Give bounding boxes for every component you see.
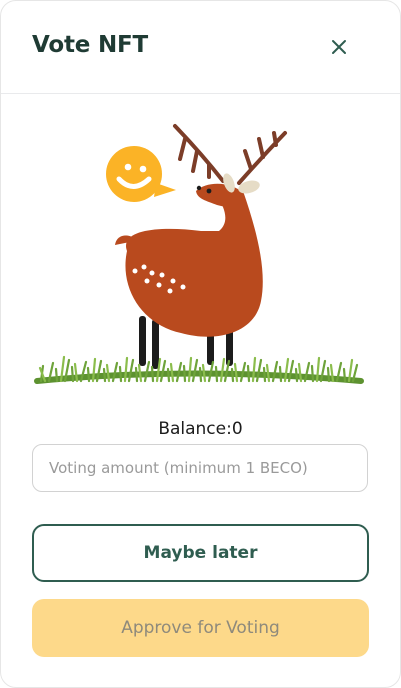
balance-label: Balance:0 [158, 419, 243, 439]
approve-for-voting-button[interactable]: Approve for Voting [32, 599, 369, 657]
antlers [173, 124, 287, 185]
maybe-later-button[interactable]: Maybe later [32, 524, 369, 582]
close-icon [332, 40, 346, 54]
modal-title: Vote NFT [32, 32, 148, 58]
modal-header: Vote NFT [1, 1, 400, 94]
deer-illustration [34, 124, 364, 384]
smiley-bubble-icon [106, 146, 176, 202]
deer-body [115, 183, 263, 337]
vote-nft-modal: Vote NFT Balance:0 Voting amount (minimu… [0, 0, 401, 688]
close-button[interactable] [327, 35, 351, 59]
voting-amount-input[interactable] [32, 444, 368, 492]
grass [34, 355, 364, 384]
